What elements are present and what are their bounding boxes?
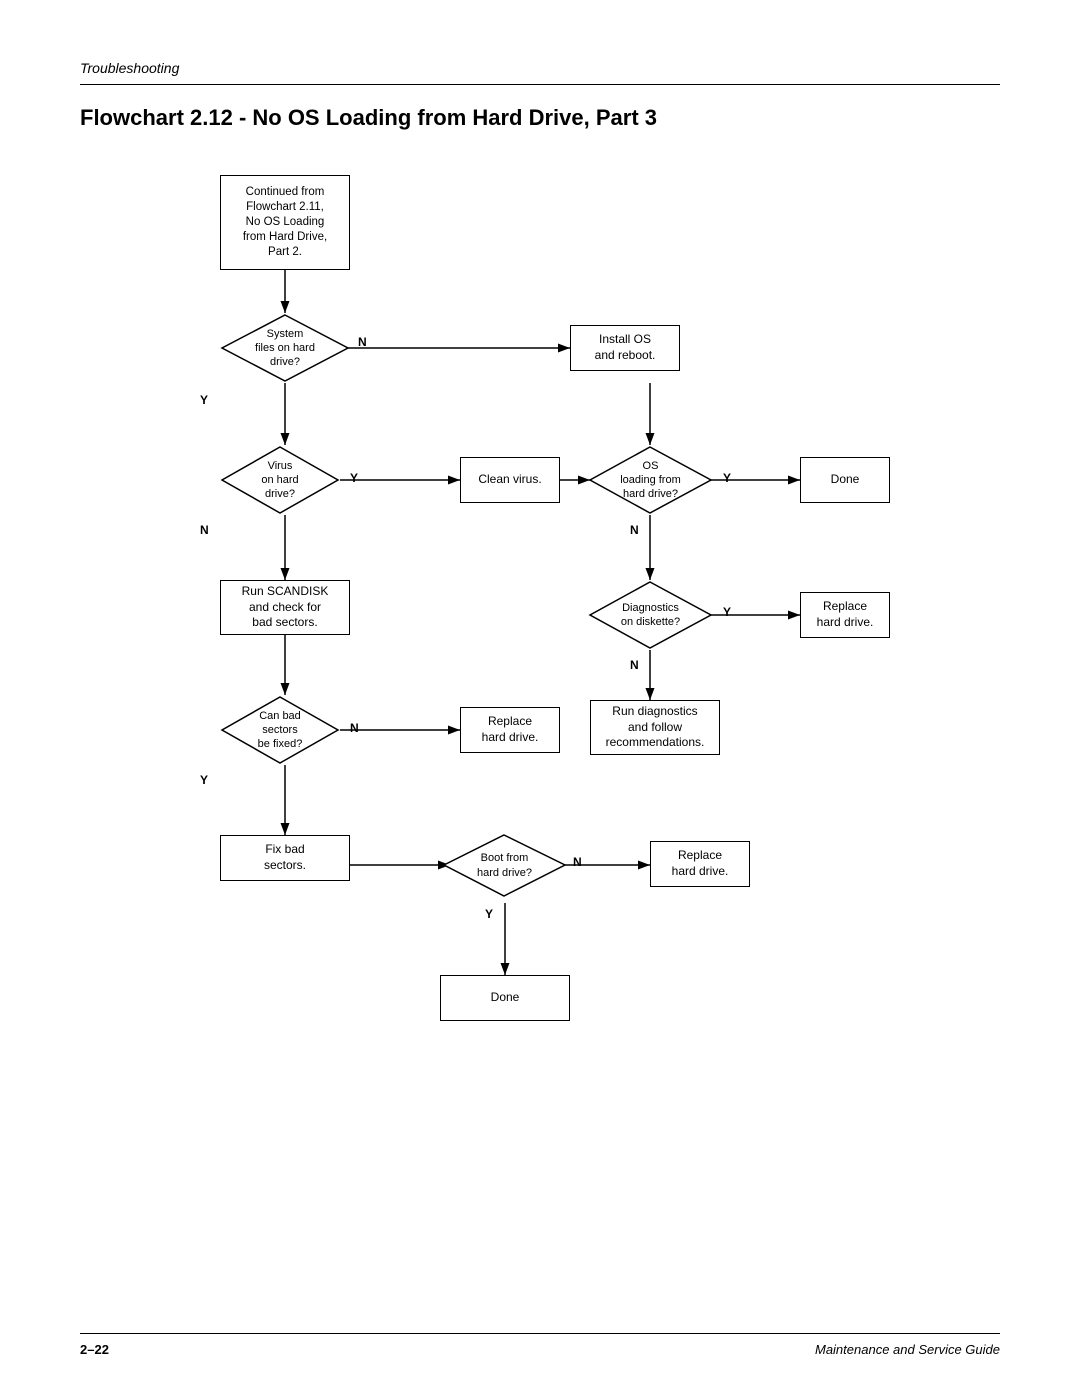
label-y-diamond2: Y: [350, 471, 358, 485]
label-n-diamond4: N: [630, 658, 639, 672]
diamond-virus: Virus on hard drive?: [220, 445, 340, 515]
label-n-diamond5: N: [350, 721, 359, 735]
header-label: Troubleshooting: [80, 60, 179, 76]
diamond-boot: Boot from hard drive?: [442, 833, 567, 898]
footer-left: 2–22: [80, 1342, 109, 1357]
scandisk-box: Run SCANDISK and check for bad sectors.: [220, 580, 350, 635]
diamond-bad-sectors: Can bad sectors be fixed?: [220, 695, 340, 765]
clean-virus-box: Clean virus.: [460, 457, 560, 503]
start-box: Continued from Flowchart 2.11, No OS Loa…: [220, 175, 350, 270]
label-n-diamond6: N: [573, 855, 582, 869]
label-n-diamond1: N: [358, 335, 367, 349]
label-y-diamond5: Y: [200, 773, 208, 787]
label-y-diamond6: Y: [485, 907, 493, 921]
footer-right: Maintenance and Service Guide: [815, 1342, 1000, 1357]
replace-hd3-box: Replace hard drive.: [650, 841, 750, 887]
replace-hd2-box: Replace hard drive.: [460, 707, 560, 753]
label-y-diamond1: Y: [200, 393, 208, 407]
diamond-diagnostics: Diagnostics on diskette?: [588, 580, 713, 650]
run-diag-box: Run diagnostics and follow recommendatio…: [590, 700, 720, 755]
diamond-os-loading: OS loading from hard drive?: [588, 445, 713, 515]
label-y-diamond3: Y: [723, 471, 731, 485]
done2-box: Done: [440, 975, 570, 1021]
label-n-diamond3: N: [630, 523, 639, 537]
page: Troubleshooting Flowchart 2.12 - No OS L…: [0, 0, 1080, 1397]
page-title: Flowchart 2.12 - No OS Loading from Hard…: [80, 105, 1000, 131]
diamond-system-files: System files on hard drive?: [220, 313, 350, 383]
label-n-diamond2: N: [200, 523, 209, 537]
flowchart: Continued from Flowchart 2.11, No OS Loa…: [110, 155, 970, 1235]
done1-box: Done: [800, 457, 890, 503]
label-y-diamond4: Y: [723, 605, 731, 619]
replace-hd1-box: Replace hard drive.: [800, 592, 890, 638]
header-section: Troubleshooting: [80, 60, 1000, 85]
fix-bad-box: Fix bad sectors.: [220, 835, 350, 881]
install-os-box: Install OS and reboot.: [570, 325, 680, 371]
footer: 2–22 Maintenance and Service Guide: [80, 1333, 1000, 1357]
